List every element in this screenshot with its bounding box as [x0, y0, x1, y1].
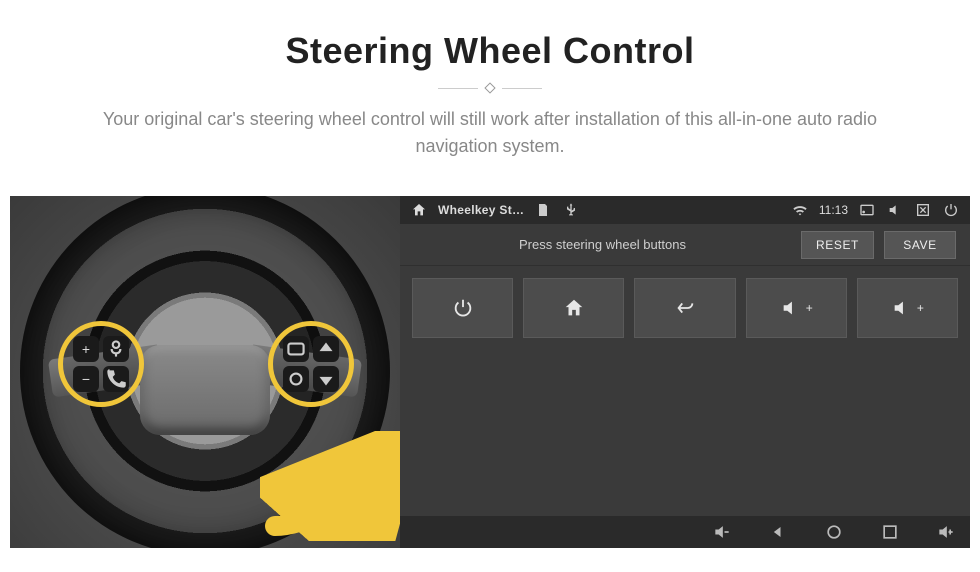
back-tile[interactable]: [634, 278, 735, 338]
home-tile[interactable]: [523, 278, 624, 338]
wheel-button-cluster-left: + −: [58, 321, 144, 407]
tile-suffix: +: [917, 301, 924, 315]
app-title: Wheelkey St…: [438, 203, 524, 217]
divider: [40, 84, 940, 92]
wheel-hub: [140, 345, 270, 435]
cast-icon[interactable]: [858, 201, 876, 219]
diamond-icon: [484, 82, 495, 93]
status-bar: Wheelkey St… 11:13: [400, 196, 970, 224]
vol-up-tile-2[interactable]: +: [857, 278, 958, 338]
usb-icon: [562, 201, 580, 219]
back-arrow-icon[interactable]: [768, 522, 788, 542]
mapping-grid: + +: [400, 266, 970, 350]
wheel-down-button[interactable]: [313, 366, 339, 392]
power-tile[interactable]: [412, 278, 513, 338]
stage: + −: [10, 196, 970, 548]
prompt-text: Press steering wheel buttons: [414, 237, 791, 252]
page-title: Steering Wheel Control: [40, 30, 940, 72]
wheel-button-cluster-right: [268, 321, 354, 407]
wheel-source-button[interactable]: [283, 366, 309, 392]
page-subtitle: Your original car's steering wheel contr…: [80, 106, 900, 160]
wheel-up-button[interactable]: [313, 336, 339, 362]
wheel-phone-button[interactable]: [103, 366, 129, 392]
save-button[interactable]: SAVE: [884, 231, 956, 259]
vol-up-tile-1[interactable]: +: [746, 278, 847, 338]
wheel-voice-button[interactable]: [103, 336, 129, 362]
head-unit-screen: Wheelkey St… 11:13: [400, 196, 970, 548]
wheel-plus-button[interactable]: +: [73, 336, 99, 362]
steering-wheel-panel: + −: [10, 196, 400, 548]
recents-icon[interactable]: [880, 522, 900, 542]
wheel-mode-button[interactable]: [283, 336, 309, 362]
window-close-icon[interactable]: [914, 201, 932, 219]
sd-icon: [534, 201, 552, 219]
tile-suffix: +: [806, 301, 813, 315]
toolbar: Press steering wheel buttons RESET SAVE: [400, 224, 970, 266]
home-outline-icon[interactable]: [824, 522, 844, 542]
volume-down-icon[interactable]: [712, 522, 732, 542]
wheel-minus-button[interactable]: −: [73, 366, 99, 392]
reset-button[interactable]: RESET: [801, 231, 874, 259]
clock: 11:13: [819, 203, 848, 217]
home-icon[interactable]: [410, 201, 428, 219]
power-icon[interactable]: [942, 201, 960, 219]
pointer-arrow-icon: [260, 431, 400, 541]
mute-icon[interactable]: [886, 201, 904, 219]
wifi-icon: [791, 201, 809, 219]
android-navbar: [400, 516, 970, 548]
volume-up-icon[interactable]: [936, 522, 956, 542]
